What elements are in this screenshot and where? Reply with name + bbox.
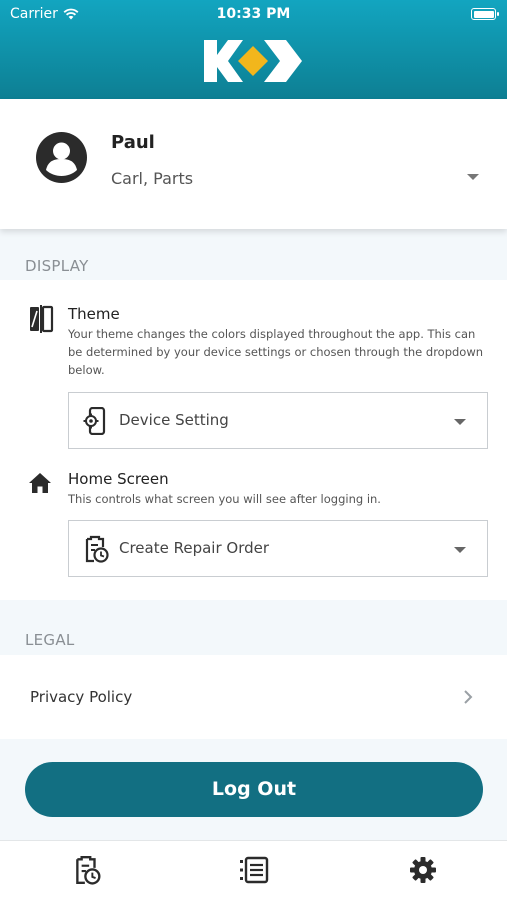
home-screen-dropdown[interactable]: Create Repair Order (68, 520, 488, 577)
theme-description: Your theme changes the colors displayed … (68, 327, 484, 377)
theme-contrast-icon (30, 305, 54, 333)
logout-button[interactable]: Log Out (25, 762, 483, 817)
caret-down-icon (454, 419, 466, 425)
privacy-policy-label: Privacy Policy (30, 688, 133, 706)
app-header: Carrier 10:33 PM (0, 0, 507, 99)
profile-selector[interactable]: Paul Carl, Parts (0, 99, 507, 229)
chevron-right-icon (464, 690, 473, 704)
gear-icon[interactable] (408, 855, 438, 885)
battery-icon (471, 8, 499, 20)
profile-role: Carl, Parts (111, 169, 194, 188)
list-icon[interactable] (239, 855, 269, 885)
theme-title: Theme (68, 305, 120, 323)
clipboard-clock-icon (85, 535, 109, 563)
home-screen-title: Home Screen (68, 470, 169, 488)
bottom-navigation (0, 840, 507, 900)
status-bar: Carrier 10:33 PM (0, 4, 507, 26)
profile-name: Paul (111, 132, 155, 153)
status-time: 10:33 PM (216, 6, 291, 22)
privacy-policy-row[interactable]: Privacy Policy (0, 655, 507, 739)
theme-selected-value: Device Setting (119, 411, 229, 429)
avatar-icon (36, 132, 87, 183)
display-settings: Theme Your theme changes the colors disp… (0, 280, 507, 600)
kd-logo (204, 40, 302, 82)
home-screen-description: This controls what screen you will see a… (68, 492, 381, 506)
home-screen-selected-value: Create Repair Order (119, 539, 270, 557)
legal-section-title: LEGAL (25, 631, 75, 649)
clipboard-clock-icon[interactable] (72, 855, 102, 885)
caret-down-icon (454, 547, 466, 553)
theme-dropdown[interactable]: Device Setting (68, 392, 488, 449)
home-icon (29, 473, 51, 493)
display-section-title: DISPLAY (25, 257, 89, 275)
caret-down-icon (467, 174, 479, 180)
phone-gear-icon (83, 407, 106, 435)
